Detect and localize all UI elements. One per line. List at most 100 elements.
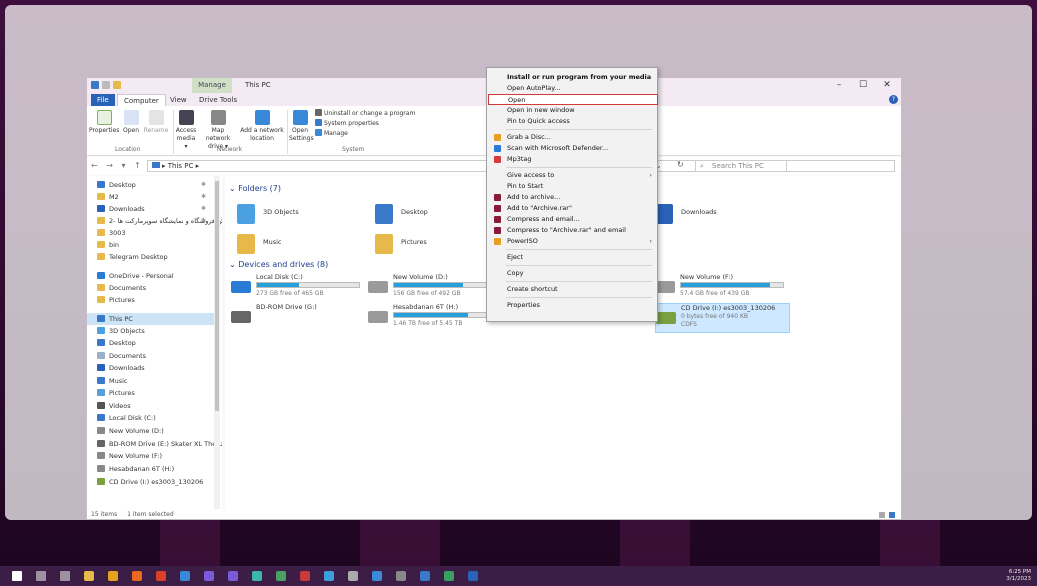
- menu-item[interactable]: Scan with Microsoft Defender...: [488, 143, 658, 154]
- folders-header[interactable]: ⌄ Folders (7): [229, 184, 281, 193]
- properties-button[interactable]: Properties: [89, 110, 119, 135]
- nav-item[interactable]: 2- همایش فروشگاه و نمایشگاه سوپرمارکت ها…: [97, 215, 222, 227]
- this-pc-icon[interactable]: [91, 81, 99, 89]
- nav-item[interactable]: 3003: [97, 227, 126, 239]
- manage-context-tab[interactable]: Manage: [192, 78, 232, 93]
- new-folder-icon[interactable]: [113, 81, 121, 89]
- address-bar[interactable]: ▸ This PC ▸: [147, 160, 787, 172]
- settings-icon[interactable]: [348, 571, 358, 581]
- navigation-arrows[interactable]: ← → ▾ ↑: [91, 161, 144, 170]
- manage-button[interactable]: Manage: [315, 129, 348, 138]
- pin-icon[interactable]: ✱: [201, 179, 206, 191]
- drive-item[interactable]: BD-ROM Drive (G:): [231, 303, 366, 333]
- premiere-icon[interactable]: [204, 571, 214, 581]
- system-properties-button[interactable]: System properties: [315, 119, 379, 128]
- nav-item[interactable]: Telegram Desktop: [97, 251, 168, 263]
- menu-item[interactable]: Open AutoPlay...: [488, 83, 658, 94]
- firefox-icon[interactable]: [132, 571, 142, 581]
- photoshop-icon[interactable]: [180, 571, 190, 581]
- app-icon-5[interactable]: [444, 571, 454, 581]
- details-view-icon[interactable]: [879, 512, 885, 518]
- menu-item[interactable]: Give access to ›: [488, 170, 658, 181]
- refresh-icon[interactable]: ↻: [677, 160, 684, 169]
- access-media-button[interactable]: Access media ▾: [175, 110, 197, 151]
- after-effects-icon[interactable]: [228, 571, 238, 581]
- pin-icon[interactable]: ✱: [201, 203, 206, 215]
- nav-item[interactable]: Documents: [97, 350, 146, 362]
- filezilla-icon[interactable]: [300, 571, 310, 581]
- nav-item[interactable]: Videos: [97, 400, 131, 412]
- nav-item[interactable]: Documents: [97, 282, 146, 294]
- tiles-view-icon[interactable]: [889, 512, 895, 518]
- task-view-icon[interactable]: [60, 571, 70, 581]
- nav-item[interactable]: Local Disk (C:): [97, 412, 156, 424]
- properties-icon[interactable]: [102, 81, 110, 89]
- chrome-icon[interactable]: [108, 571, 118, 581]
- search-icon[interactable]: [36, 571, 46, 581]
- audition-icon[interactable]: [252, 571, 262, 581]
- drive-item[interactable]: New Volume (F:) 57.4 GB free of 439 GB: [655, 273, 790, 303]
- nav-item[interactable]: Pictures: [97, 387, 135, 399]
- illustrator-icon[interactable]: [156, 571, 166, 581]
- uninstall-program-button[interactable]: Uninstall or change a program: [315, 109, 415, 118]
- open-button[interactable]: Open: [121, 110, 141, 135]
- nav-item[interactable]: Desktop ✱: [97, 179, 206, 191]
- pin-icon[interactable]: ✱: [201, 215, 206, 227]
- menu-item[interactable]: Create shortcut: [488, 284, 658, 295]
- nav-item[interactable]: BD-ROM Drive (E:) Skater XL The U: [97, 438, 222, 450]
- menu-item[interactable]: Mp3tag: [488, 154, 658, 165]
- drive-item[interactable]: CD Drive (I:) es3003_130206 0 bytes free …: [655, 303, 790, 333]
- rename-button[interactable]: Rename: [143, 110, 169, 135]
- map-network-drive-button[interactable]: Map network drive ▾: [199, 110, 237, 151]
- nav-item[interactable]: Desktop: [97, 337, 136, 349]
- nav-item[interactable]: CD Drive (I:) es3003_130206: [97, 476, 203, 488]
- word-icon[interactable]: [468, 571, 478, 581]
- menu-item[interactable]: Open: [488, 94, 658, 105]
- add-network-location-button[interactable]: Add a network location: [239, 110, 285, 143]
- open-settings-button[interactable]: Open Settings: [289, 110, 314, 143]
- menu-item[interactable]: PowerISO ›: [488, 236, 658, 247]
- menu-item[interactable]: Open in new window: [488, 105, 658, 116]
- nav-item[interactable]: 3D Objects: [97, 325, 145, 337]
- nav-item[interactable]: Hesabdanan 6T (H:): [97, 463, 174, 475]
- nav-item[interactable]: M2 ✱: [97, 191, 206, 203]
- drive-item[interactable]: New Volume (D:) 156 GB free of 492 GB: [368, 273, 503, 303]
- menu-item[interactable]: Add to "Archive.rar": [488, 203, 658, 214]
- file-explorer-icon[interactable]: [84, 571, 94, 581]
- drive-item[interactable]: Local Disk (C:) 273 GB free of 465 GB: [231, 273, 366, 303]
- help-icon[interactable]: ?: [889, 95, 898, 104]
- menu-item[interactable]: Copy: [488, 268, 658, 279]
- nav-item[interactable]: New Volume (D:): [97, 425, 164, 437]
- nav-item[interactable]: This PC: [87, 313, 214, 325]
- nav-item[interactable]: Pictures: [97, 294, 135, 306]
- close-button[interactable]: ✕: [875, 78, 899, 93]
- search-input[interactable]: ⌕ Search This PC: [695, 160, 895, 172]
- clock[interactable]: 6:25 PM 3/1/2023: [1006, 569, 1031, 583]
- menu-item[interactable]: Compress to "Archive.rar" and email: [488, 225, 658, 236]
- app-icon-2[interactable]: [372, 571, 382, 581]
- nav-item[interactable]: Music: [97, 375, 128, 387]
- menu-item[interactable]: Properties: [488, 300, 658, 311]
- nav-scrollbar[interactable]: [214, 176, 220, 509]
- drive-item[interactable]: Hesabdanan 6T (H:) 1.46 TB free of 5.45 T…: [368, 303, 503, 333]
- nav-item[interactable]: Downloads ✱: [97, 203, 206, 215]
- menu-item[interactable]: Add to archive...: [488, 192, 658, 203]
- menu-item[interactable]: Compress and email...: [488, 214, 658, 225]
- windows-icon[interactable]: [12, 571, 22, 581]
- scrollbar-thumb[interactable]: [215, 181, 219, 411]
- menu-item[interactable]: Pin to Start: [488, 181, 658, 192]
- nav-item[interactable]: bin: [97, 239, 119, 251]
- minimize-button[interactable]: –: [827, 78, 851, 93]
- nav-item[interactable]: OneDrive - Personal: [97, 270, 174, 282]
- tab-file[interactable]: File: [91, 94, 115, 106]
- nav-item[interactable]: New Volume (F:): [97, 450, 162, 462]
- tab-view[interactable]: View: [164, 94, 193, 106]
- app-icon-3[interactable]: [396, 571, 406, 581]
- nav-item[interactable]: Downloads: [97, 362, 145, 374]
- app-icon[interactable]: [276, 571, 286, 581]
- menu-item[interactable]: Install or run program from your media: [488, 72, 658, 83]
- tab-computer[interactable]: Computer: [117, 94, 166, 106]
- drives-header[interactable]: ⌄ Devices and drives (8): [229, 260, 328, 269]
- telegram-icon[interactable]: [324, 571, 334, 581]
- menu-item[interactable]: Pin to Quick access: [488, 116, 658, 127]
